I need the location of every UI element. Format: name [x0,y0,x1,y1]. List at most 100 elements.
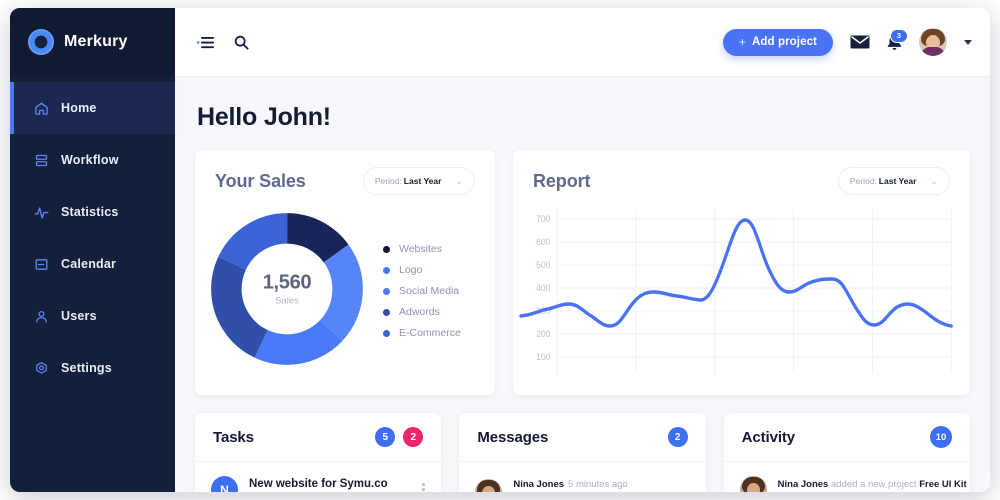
sidebar-item-label: Workflow [61,153,119,167]
task-title: New website for Symu.co [249,478,388,490]
kebab-menu-icon[interactable] [416,482,426,493]
messages-card: Messages 2 Nina Jones 5 minutes ago [459,413,706,492]
message-text: Nina Jones5 minutes ago Hey You! It's me… [513,474,689,492]
sidebar-item-statistics[interactable]: Statistics [10,186,175,238]
message-list-item[interactable]: Nina Jones5 minutes ago Hey You! It's me… [459,462,705,492]
tasks-card-header: Tasks 5 2 [195,413,442,462]
activity-target: Free UI Kit [919,479,967,490]
report-line-chart: 700 600 500 400 300 200 100 [513,205,970,385]
avatar[interactable] [919,28,947,56]
sidebar-item-home[interactable]: Home [10,82,175,134]
sales-title: Your Sales [215,170,306,191]
legend-color-swatch [383,287,390,295]
ring-logo-icon [28,29,54,55]
add-project-button[interactable]: + Add project [722,28,833,56]
sales-total-sub: Sales [275,295,299,307]
sales-period-value: Last Year [403,176,442,186]
envelope-icon[interactable] [850,35,870,49]
main-area: + Add project 3 Hello John! Your Sales P… [175,8,990,492]
sales-total: 1,560 [262,271,312,294]
topbar-left [197,35,249,50]
chevron-down-icon: ⌄ [455,175,463,186]
message-time: 5 minutes ago [568,479,628,490]
content: Hello John! Your Sales Period: Last Year … [175,77,990,492]
activity-actor: Nina Jones [777,479,829,490]
workflow-icon [34,153,49,168]
svg-text:400: 400 [536,283,550,293]
legend-item[interactable]: Social Media [383,285,461,297]
plus-icon: + [738,35,746,49]
chevron-down-icon: ⌄ [930,175,938,186]
sales-donut-chart: 1,560 Sales [207,209,367,369]
sales-card: Your Sales Period: Last Year ⌄ 1,560 Sal… [195,150,495,395]
message-meta: Nina Jones 5 minutes ago [513,479,627,490]
message-avatar [475,478,503,492]
settings-icon [34,361,49,376]
legend-item[interactable]: E-Commerce [383,327,461,339]
chevron-down-icon[interactable] [964,39,972,45]
message-sender: Nina Jones [513,479,565,490]
legend-item[interactable]: Websites [383,243,461,255]
notification-badge: 3 [890,28,908,43]
search-icon[interactable] [234,35,249,50]
legend-color-swatch [383,245,390,253]
statistics-icon [34,205,49,220]
report-card: Report Period: Last Year ⌄ 700 600 500 4… [513,150,970,395]
sales-period-label: Period: [374,176,402,186]
activity-text: Nina Jones added a new project Free UI K… [777,474,967,492]
topbar: + Add project 3 [175,8,990,77]
legend-color-swatch [383,329,390,337]
home-icon [34,101,49,116]
tasks-badges: 5 2 [375,427,424,447]
sidebar: Merkury Home Workflow Statistics Calenda… [10,8,175,492]
activity-avatar [739,476,767,492]
users-icon [34,309,49,324]
svg-text:200: 200 [536,329,550,339]
sales-card-header: Your Sales Period: Last Year ⌄ [195,150,495,205]
brand-name: Merkury [64,33,128,50]
task-list-item[interactable]: N New website for Symu.co 5 days delays [195,462,441,492]
app-window: Merkury Home Workflow Statistics Calenda… [10,8,990,492]
legend-item[interactable]: Adwords [383,306,461,318]
sidebar-item-label: Users [61,309,97,323]
sales-legend: Websites Logo Social Media Adwords E-Com… [383,239,461,339]
report-period-select[interactable]: Period: Last Year ⌄ [837,167,950,195]
cards-row-top: Your Sales Period: Last Year ⌄ 1,560 Sal… [195,150,970,395]
sidebar-item-users[interactable]: Users [10,290,175,342]
tasks-card: Tasks 5 2 N New website for Symu.co 5 [195,413,442,492]
report-card-header: Report Period: Last Year ⌄ [513,150,970,205]
activity-title: Activity [741,428,796,446]
sidebar-nav: Home Workflow Statistics Calendar Users … [10,76,175,394]
chart-line-series [519,218,953,328]
activity-action: added a new project [830,479,917,490]
legend-color-swatch [383,266,390,274]
activity-badges: 10 [929,426,952,448]
hamburger-icon[interactable] [197,36,214,49]
avatar-body [921,47,945,56]
svg-text:700: 700 [536,214,550,224]
tasks-badge-late: 2 [403,427,424,447]
report-title: Report [533,170,591,191]
activity-list-item[interactable]: Nina Jones added a new project Free UI K… [724,462,970,492]
report-period-value: Last Year [878,176,917,186]
messages-badge: 2 [667,427,688,447]
tasks-title: Tasks [213,428,254,446]
legend-item[interactable]: Logo [383,264,461,276]
brand[interactable]: Merkury [10,8,175,76]
legend-label: Social Media [399,285,460,297]
sidebar-item-label: Home [61,101,97,115]
sidebar-item-workflow[interactable]: Workflow [10,134,175,186]
sidebar-item-calendar[interactable]: Calendar [10,238,175,290]
messages-card-header: Messages 2 [459,413,706,462]
cards-row-bottom: Tasks 5 2 N New website for Symu.co 5 [195,413,970,492]
sidebar-item-settings[interactable]: Settings [10,342,175,394]
report-period-label: Period: [849,176,877,186]
messages-badges: 2 [667,427,688,447]
task-text: New website for Symu.co 5 days delays [249,474,405,492]
legend-label: Logo [399,264,423,276]
donut-center-label: 1,560 Sales [207,272,367,307]
tasks-badge-open: 5 [375,427,396,447]
notifications-button[interactable]: 3 [887,28,908,51]
sales-period-select[interactable]: Period: Last Year ⌄ [362,167,475,195]
sidebar-item-label: Calendar [61,257,117,271]
